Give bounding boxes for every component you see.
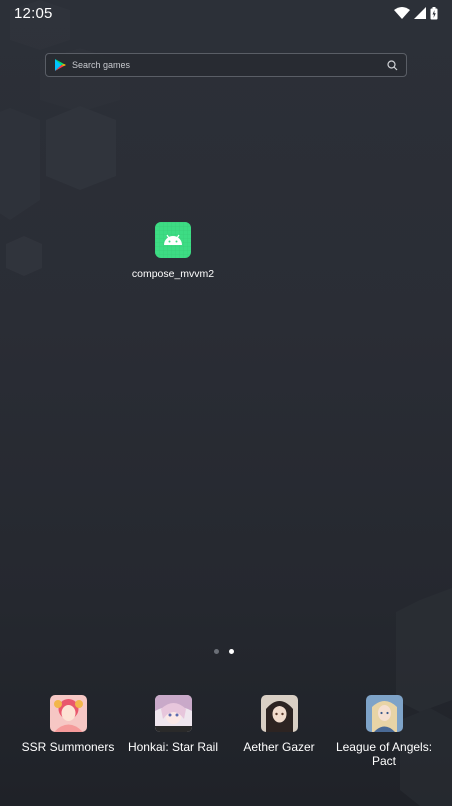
dock-label: League of Angels: Pact [335, 740, 433, 768]
page-dot-1[interactable] [214, 649, 219, 654]
status-time: 12:05 [14, 4, 53, 22]
ssr-summoners-icon[interactable] [49, 695, 87, 732]
aether-gazer-icon[interactable] [260, 695, 298, 732]
dock-label: Aether Gazer [243, 740, 315, 754]
league-of-angels-icon[interactable] [365, 695, 403, 732]
dock: SSR Summoners Honkai: Star Rail Aether G… [0, 695, 452, 775]
dock-item-honkai-star-rail[interactable]: Honkai: Star Rail [118, 695, 228, 754]
background-hexagons [0, 0, 452, 806]
page-dot-2[interactable] [229, 649, 234, 654]
dock-item-ssr-summoners[interactable]: SSR Summoners [13, 695, 123, 754]
search-bar[interactable]: Search games [45, 53, 407, 77]
page-indicator [214, 649, 234, 654]
dock-label: Honkai: Star Rail [127, 740, 219, 754]
play-store-icon [55, 59, 66, 71]
android-icon[interactable] [155, 222, 191, 258]
search-icon[interactable] [387, 59, 398, 71]
dock-item-aether-gazer[interactable]: Aether Gazer [224, 695, 334, 754]
app-compose-mvvm2[interactable]: compose_mvvm2 [125, 222, 221, 280]
status-bar: 12:05 [0, 0, 452, 26]
status-icons [394, 6, 438, 20]
app-label: compose_mvvm2 [131, 268, 215, 280]
dock-label: SSR Summoners [21, 740, 115, 754]
search-input[interactable]: Search games [72, 60, 387, 70]
battery-icon [430, 6, 438, 19]
signal-icon [414, 7, 426, 19]
honkai-star-rail-icon[interactable] [154, 695, 192, 732]
wifi-icon [394, 7, 410, 19]
dock-item-league-of-angels[interactable]: League of Angels: Pact [329, 695, 439, 768]
